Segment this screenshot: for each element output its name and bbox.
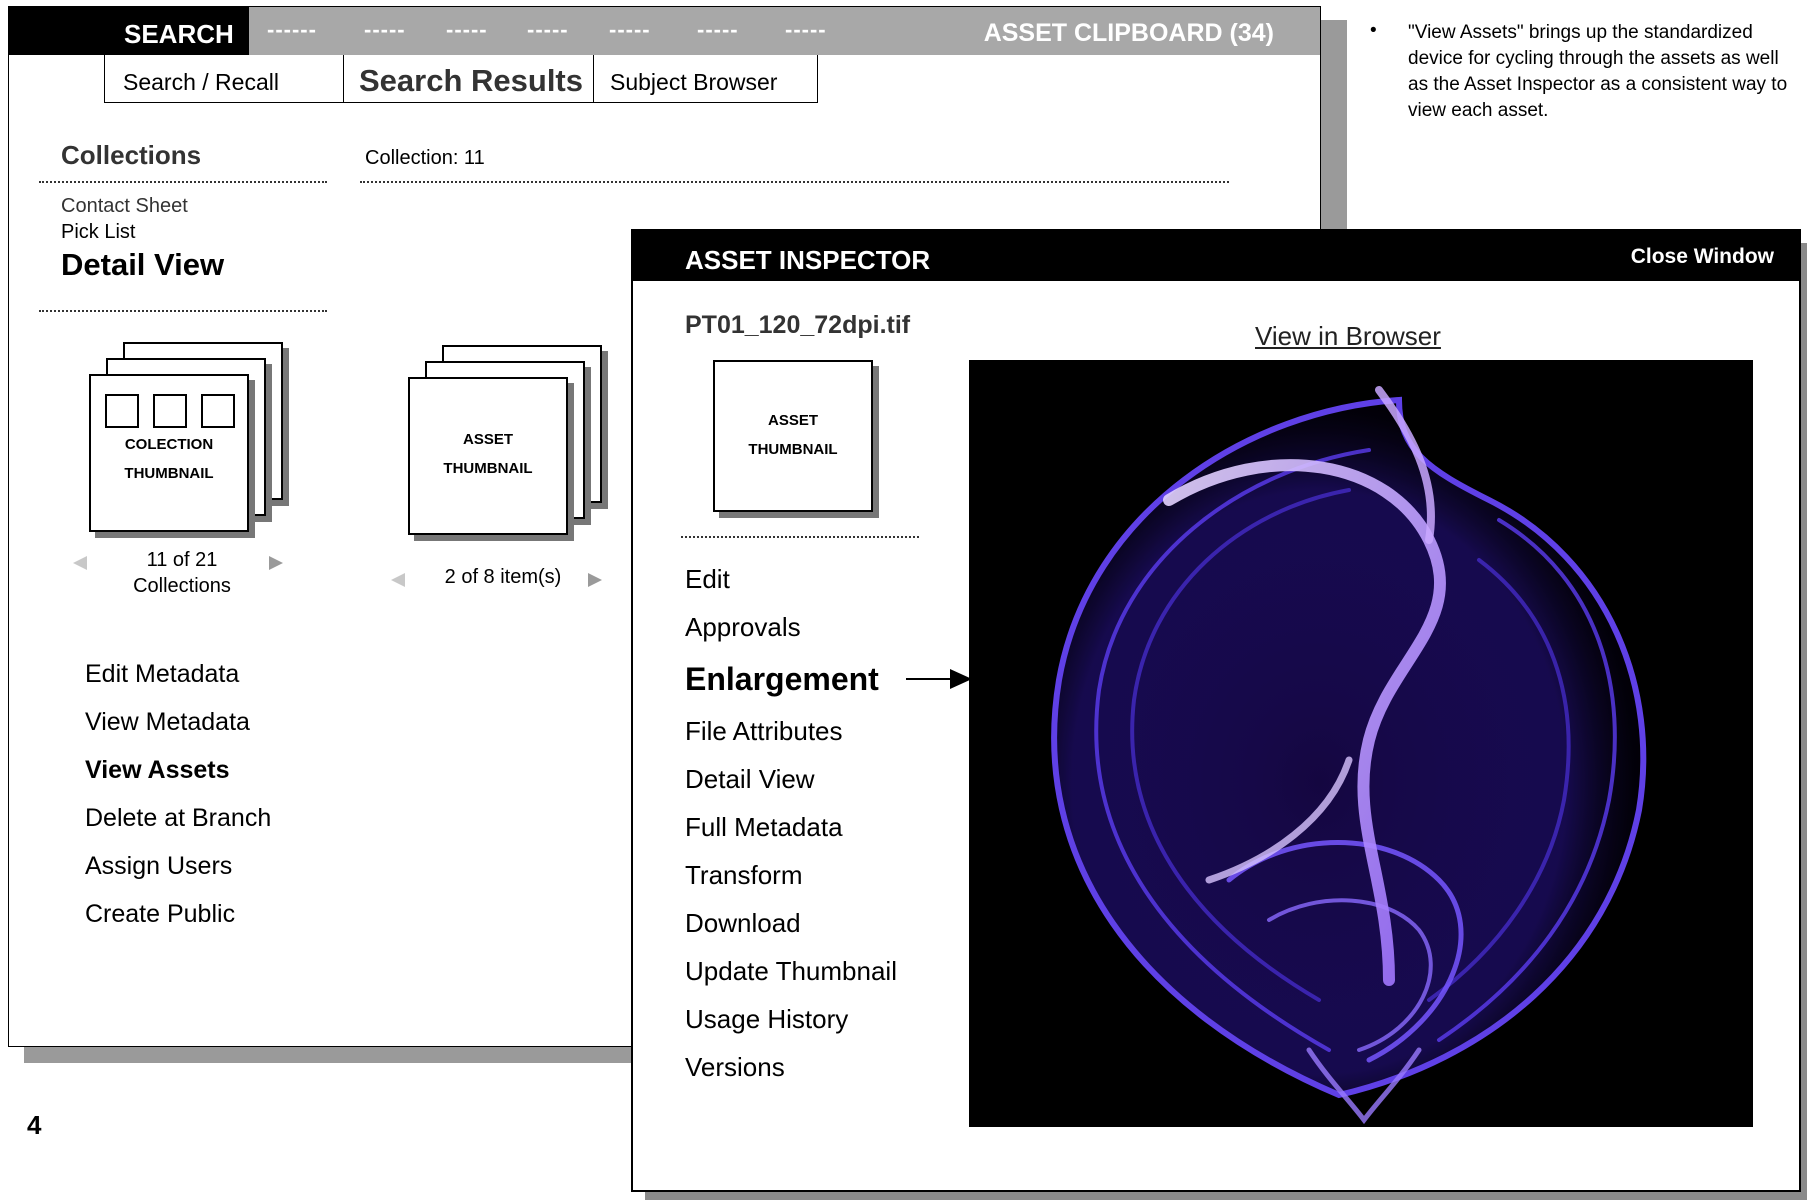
menu-edit[interactable]: Edit	[685, 564, 730, 595]
divider	[360, 181, 1229, 183]
divider	[39, 181, 327, 183]
prev-collection-arrow-icon[interactable]	[73, 556, 87, 570]
stack-card: ASSET THUMBNAIL	[408, 377, 568, 535]
top-nav-bar: SEARCH ------ ----- ----- ----- ----- --…	[9, 7, 1320, 55]
mini-thumb-icon	[153, 394, 187, 428]
asset-clipboard-link[interactable]: ASSET CLIPBOARD (34)	[984, 19, 1274, 48]
action-view-metadata[interactable]: View Metadata	[85, 708, 250, 737]
inspector-title-bar: ASSET INSPECTOR Close Window	[633, 231, 1799, 281]
nav-placeholder[interactable]: -----	[364, 17, 406, 43]
search-tab[interactable]: SEARCH	[9, 7, 249, 55]
nav-placeholder[interactable]: -----	[446, 17, 488, 43]
action-assign-users[interactable]: Assign Users	[85, 852, 232, 881]
nav-placeholder[interactable]: -----	[697, 17, 739, 43]
action-edit-metadata[interactable]: Edit Metadata	[85, 660, 239, 689]
thumb-label-line: THUMBNAIL	[124, 465, 214, 482]
collection-pager: 11 of 21 Collections	[107, 547, 257, 599]
mini-thumb-icon	[201, 394, 235, 428]
menu-file-attributes[interactable]: File Attributes	[685, 716, 843, 747]
seashell-image	[1051, 386, 1647, 1125]
page-number: 4	[27, 1110, 42, 1140]
thumb-label-line: ASSET	[767, 412, 818, 429]
action-view-assets[interactable]: View Assets	[85, 756, 230, 785]
collection-thumb-label: COLECTION THUMBNAIL	[91, 430, 247, 488]
next-asset-arrow-icon[interactable]	[588, 573, 602, 587]
view-pick-list[interactable]: Pick List	[61, 221, 135, 244]
collection-pager-unit: Collections	[133, 575, 231, 597]
view-detail-view[interactable]: Detail View	[61, 247, 224, 283]
tab-search-recall[interactable]: Search / Recall	[104, 55, 344, 103]
asset-thumb-label: ASSET THUMBNAIL	[410, 425, 566, 483]
menu-versions[interactable]: Versions	[685, 1052, 785, 1083]
menu-usage-history[interactable]: Usage History	[685, 1004, 848, 1035]
asset-inspector-window: ASSET INSPECTOR Close Window PT01_120_72…	[631, 229, 1801, 1192]
nav-placeholder[interactable]: ------	[267, 17, 317, 43]
mini-thumb-icon	[105, 394, 139, 428]
menu-download[interactable]: Download	[685, 908, 801, 939]
search-subtabs: Search / Recall Search Results Subject B…	[104, 55, 818, 103]
thumb-label-line: THUMBNAIL	[748, 441, 838, 458]
asset-pager: 2 of 8 item(s)	[444, 566, 562, 588]
action-delete-at-branch[interactable]: Delete at Branch	[85, 804, 271, 833]
thumb-label-line: THUMBNAIL	[443, 460, 533, 477]
menu-approvals[interactable]: Approvals	[685, 612, 801, 643]
view-in-browser-link[interactable]: View in Browser	[1255, 321, 1441, 352]
nav-placeholder[interactable]: -----	[527, 17, 569, 43]
collection-pager-count: 11 of 21	[146, 549, 218, 571]
menu-full-metadata[interactable]: Full Metadata	[685, 812, 843, 843]
menu-enlargement[interactable]: Enlargement	[685, 661, 879, 698]
pointer-arrow-line	[906, 678, 956, 680]
menu-update-thumbnail[interactable]: Update Thumbnail	[685, 956, 897, 987]
enlargement-preview[interactable]	[969, 360, 1753, 1127]
stack-card: COLECTION THUMBNAIL	[89, 374, 249, 532]
tab-subject-browser[interactable]: Subject Browser	[594, 55, 818, 103]
thumb-label-line: COLECTION	[124, 436, 214, 453]
file-name: PT01_120_72dpi.tif	[685, 311, 911, 339]
asset-thumb-label: ASSET THUMBNAIL	[715, 406, 871, 464]
view-contact-sheet[interactable]: Contact Sheet	[61, 195, 188, 218]
bullet-icon: •	[1370, 20, 1377, 41]
thumb-label-line: ASSET	[462, 431, 513, 448]
nav-placeholder[interactable]: -----	[609, 17, 651, 43]
divider	[39, 310, 327, 312]
collection-label: Collection: 11	[365, 147, 485, 169]
nav-placeholder[interactable]: -----	[785, 17, 827, 43]
menu-detail-view[interactable]: Detail View	[685, 764, 815, 795]
close-window-button[interactable]: Close Window	[1631, 245, 1774, 269]
next-collection-arrow-icon[interactable]	[269, 556, 283, 570]
divider	[681, 536, 919, 538]
annotation-note: "View Assets" brings up the standardized…	[1408, 22, 1788, 121]
prev-asset-arrow-icon[interactable]	[391, 573, 405, 587]
action-create-public[interactable]: Create Public	[85, 900, 235, 929]
collections-heading: Collections	[61, 140, 202, 170]
inspector-asset-thumbnail[interactable]: ASSET THUMBNAIL	[713, 360, 873, 512]
inspector-title: ASSET INSPECTOR	[685, 245, 931, 275]
tab-search-results[interactable]: Search Results	[344, 55, 594, 103]
menu-transform[interactable]: Transform	[685, 860, 803, 891]
